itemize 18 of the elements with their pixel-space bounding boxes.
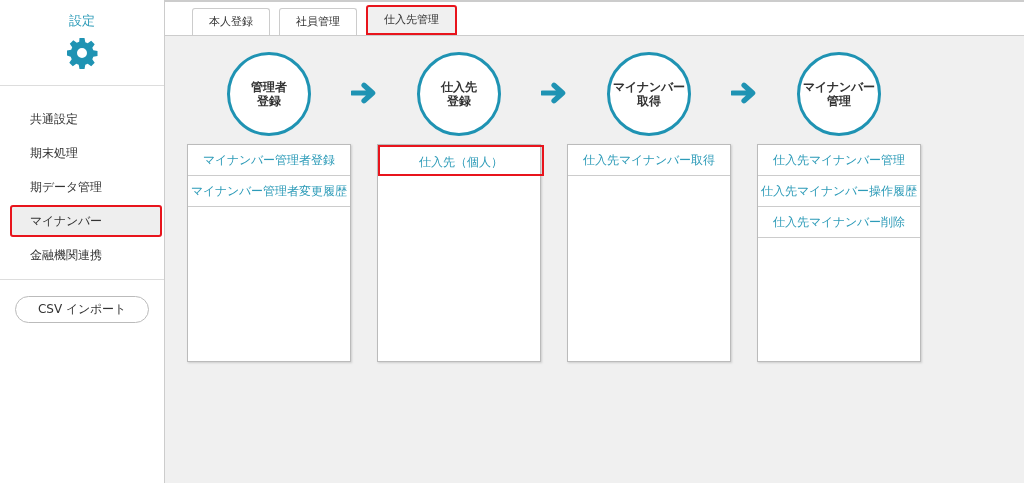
gear-icon bbox=[66, 37, 98, 69]
tab[interactable]: 本人登録 bbox=[192, 8, 270, 35]
tab[interactable]: 仕入先管理 bbox=[366, 5, 457, 35]
arrow-icon bbox=[731, 81, 757, 105]
sidebar-title: 設定 bbox=[69, 12, 95, 30]
sidebar-item[interactable]: マイナンバー bbox=[10, 205, 162, 237]
sidebar-item[interactable]: 共通設定 bbox=[10, 103, 162, 135]
sidebar-item[interactable]: 期データ管理 bbox=[10, 171, 162, 203]
step-circle: 管理者 登録 bbox=[227, 52, 311, 136]
arrow-icon bbox=[351, 81, 377, 105]
sidebar-item[interactable]: 金融機関連携 bbox=[10, 239, 162, 271]
tab[interactable]: 社員管理 bbox=[279, 8, 357, 35]
step-circle: マイナンバー 管理 bbox=[797, 52, 881, 136]
step-circle: 仕入先 登録 bbox=[417, 52, 501, 136]
step-circle: マイナンバー 取得 bbox=[607, 52, 691, 136]
sidebar-item[interactable]: 期末処理 bbox=[10, 137, 162, 169]
arrow-icon bbox=[541, 81, 567, 105]
csv-import-button[interactable]: CSV インポート bbox=[15, 296, 149, 323]
